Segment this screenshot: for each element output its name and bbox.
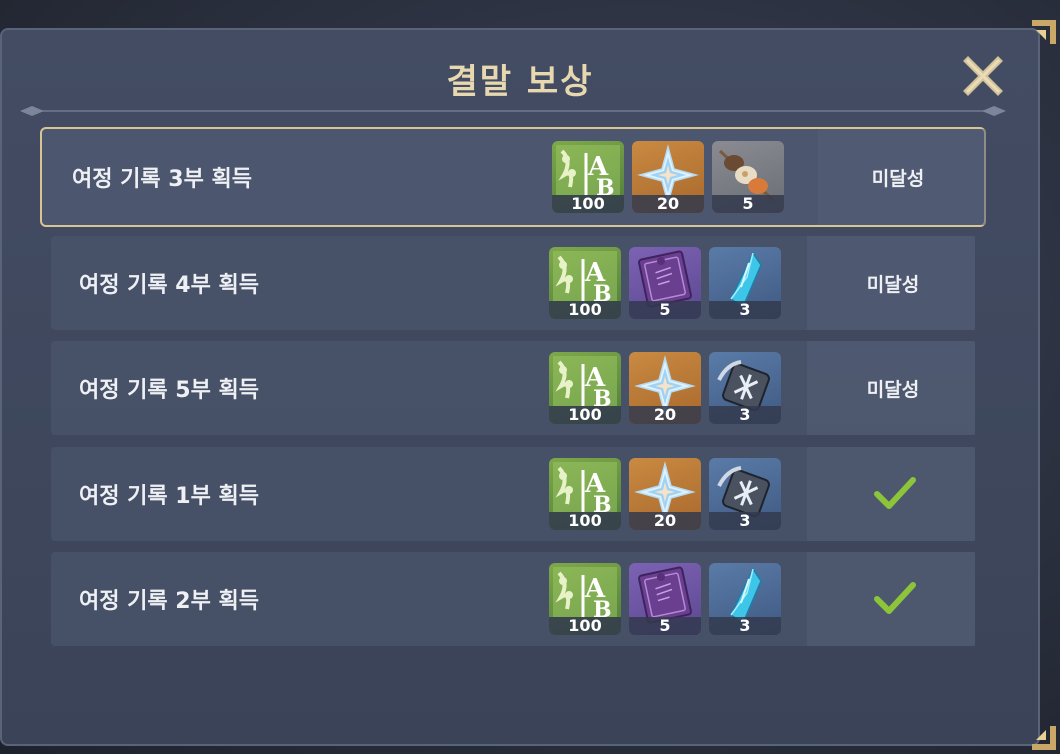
reward-item[interactable]: 20 xyxy=(629,352,701,424)
checkmark-icon xyxy=(873,581,917,621)
reward-item[interactable]: 3 xyxy=(709,352,781,424)
reward-item[interactable]: 3 xyxy=(709,563,781,635)
row-label: 여정 기록 4부 획득 xyxy=(79,273,259,298)
reward-count: 3 xyxy=(709,512,781,530)
reward-count: 20 xyxy=(629,406,701,424)
status-text: 미달성 xyxy=(866,378,920,401)
reward-count: 100 xyxy=(549,406,621,424)
reward-count: 3 xyxy=(709,617,781,635)
reward-row[interactable]: 여정 기록 5부 획득 A B 100 20 3 미달성 xyxy=(51,341,975,435)
close-button[interactable] xyxy=(962,55,1004,97)
close-x-icon xyxy=(963,56,1003,96)
reward-item[interactable]: A B 100 xyxy=(549,247,621,319)
row-label: 여정 기록 1부 획득 xyxy=(79,484,259,509)
reward-count: 5 xyxy=(629,301,701,319)
reward-item[interactable]: A B 100 xyxy=(549,352,621,424)
status-text: 미달성 xyxy=(866,273,920,296)
reward-count: 3 xyxy=(709,301,781,319)
reward-count: 100 xyxy=(549,301,621,319)
corner-ornament-icon xyxy=(1032,726,1056,750)
reward-count: 20 xyxy=(632,195,704,213)
row-label: 여정 기록 5부 획득 xyxy=(79,378,259,403)
title-divider xyxy=(20,106,1006,116)
reward-item[interactable]: 5 xyxy=(712,141,784,213)
reward-item[interactable]: A B 100 xyxy=(552,141,624,213)
reward-item[interactable]: 20 xyxy=(632,141,704,213)
reward-count: 100 xyxy=(549,617,621,635)
reward-item[interactable]: 3 xyxy=(709,458,781,530)
reward-item[interactable]: A B 100 xyxy=(549,458,621,530)
reward-item[interactable]: 3 xyxy=(709,247,781,319)
row-label: 여정 기록 3부 획득 xyxy=(72,167,252,192)
dialog-title: 결말 보상 xyxy=(446,62,594,102)
reward-row[interactable]: 여정 기록 4부 획득 A B 100 5 3 미달성 xyxy=(51,236,975,330)
reward-item[interactable]: A B 100 xyxy=(549,563,621,635)
reward-item[interactable]: 5 xyxy=(629,247,701,319)
reward-count: 5 xyxy=(712,195,784,213)
reward-count: 5 xyxy=(629,617,701,635)
corner-ornament-icon xyxy=(1032,20,1056,44)
reward-count: 20 xyxy=(629,512,701,530)
reward-row[interactable]: 여정 기록 1부 획득 A B 100 20 3 xyxy=(51,447,975,541)
reward-count: 100 xyxy=(552,195,624,213)
reward-item[interactable]: 5 xyxy=(629,563,701,635)
reward-row[interactable]: 여정 기록 2부 획득 A B 100 5 3 xyxy=(51,552,975,646)
reward-count: 100 xyxy=(549,512,621,530)
checkmark-icon xyxy=(873,476,917,516)
status-text: 미달성 xyxy=(871,167,925,190)
row-label: 여정 기록 2부 획득 xyxy=(79,589,259,614)
reward-item[interactable]: 20 xyxy=(629,458,701,530)
reward-count: 3 xyxy=(709,406,781,424)
reward-row[interactable]: 여정 기록 3부 획득 A B 100 20 5 미달성 xyxy=(40,127,986,227)
